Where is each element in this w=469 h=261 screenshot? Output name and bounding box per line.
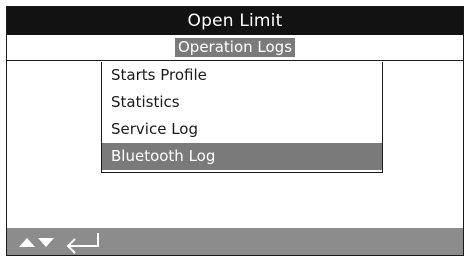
menu-header: Operation Logs [7,35,463,61]
menu-item-starts-profile[interactable]: Starts Profile [102,62,382,89]
menu-item-bluetooth-log[interactable]: Bluetooth Log [102,143,382,170]
down-arrow-icon[interactable] [37,228,55,255]
up-arrow-icon[interactable] [18,228,36,255]
actuator-display: Open Limit Operation Logs Starts Profile… [6,6,464,256]
menu-item-statistics[interactable]: Statistics [102,89,382,116]
enter-icon[interactable] [62,228,106,255]
menu-item-service-log[interactable]: Service Log [102,116,382,143]
navigation-bar [7,228,463,255]
dropdown-menu: Starts Profile Statistics Service Log Bl… [101,62,383,173]
menu-header-label[interactable]: Operation Logs [174,38,296,57]
page-title: Open Limit [7,7,463,35]
